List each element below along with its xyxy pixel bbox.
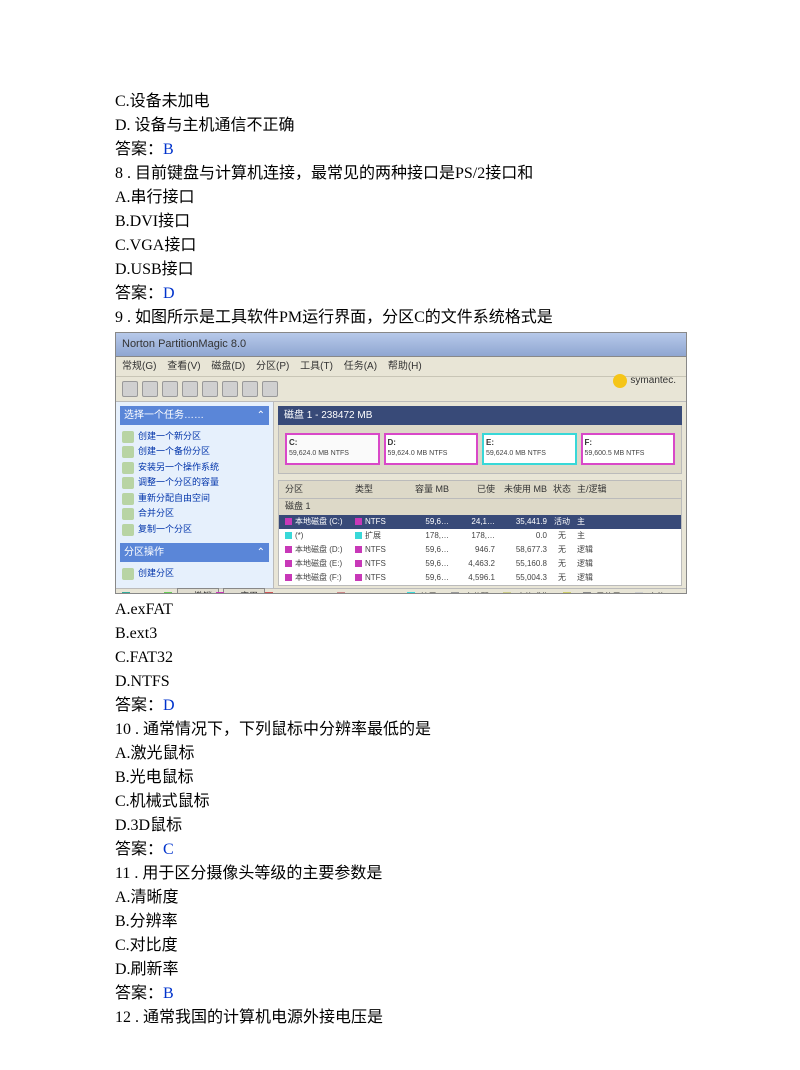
table-row[interactable]: (*)扩展178,…178,…0.0无主	[279, 529, 681, 543]
table-row[interactable]: 本地磁盘 (C:)NTFS59,6…24,1…35,441.9活动主	[279, 515, 681, 529]
answer-label: 答案：	[115, 697, 163, 714]
menu-disk[interactable]: 磁盘(D)	[211, 361, 245, 372]
ops-panel-header: 分区操作⌃	[120, 543, 269, 562]
q10-opt-a: A.激光鼠标	[115, 742, 685, 766]
q9-answer: 答案：D	[115, 694, 685, 718]
task-backup-partition[interactable]: 创建一个备份分区	[120, 444, 269, 460]
q11-answer: 答案：B	[115, 982, 685, 1006]
q8-opt-a: A.串行接口	[115, 186, 685, 210]
menu-tools[interactable]: 工具(T)	[300, 361, 333, 372]
q11-opt-b: B.分辨率	[115, 910, 685, 934]
partition-d[interactable]: D:59,624.0 MB NTFS	[384, 433, 479, 465]
q7-answer: 答案：B	[115, 138, 685, 162]
task-merge[interactable]: 合并分区	[120, 506, 269, 522]
q8-stem: 8 . 目前键盘与计算机连接，最常见的两种接口是PS/2接口和	[115, 162, 685, 186]
task-panel: 选择一个任务……⌃ 创建一个新分区 创建一个备份分区 安装另一个操作系统 调整一…	[116, 402, 274, 588]
menu-general[interactable]: 常规(G)	[122, 361, 156, 372]
toolbar-icon[interactable]	[182, 381, 198, 397]
collapse-icon[interactable]: ⌃	[257, 545, 265, 560]
disk-panel: 磁盘 1 - 238472 MB C:59,624.0 MB NTFS D:59…	[274, 402, 686, 588]
toolbar-icon[interactable]	[262, 381, 278, 397]
partition-e[interactable]: E:59,624.0 MB NTFS	[482, 433, 577, 465]
menu-partition[interactable]: 分区(P)	[256, 361, 289, 372]
table-header: 分区类型容量 MB已使未使用 MB状态主/逻辑	[278, 480, 682, 500]
q10-stem: 10 . 通常情况下，下列鼠标中分辨率最低的是	[115, 718, 685, 742]
table-row[interactable]: 本地磁盘 (F:)NTFS59,6…4,596.155,004.3无逻辑	[279, 571, 681, 585]
toolbar-icon[interactable]	[202, 381, 218, 397]
q9-stem: 9 . 如图所示是工具软件PM运行界面，分区C的文件系统格式是	[115, 306, 685, 330]
q9-opt-b: B.ext3	[115, 622, 685, 646]
q8-opt-d: D.USB接口	[115, 258, 685, 282]
menu-view[interactable]: 查看(V)	[167, 361, 200, 372]
symantec-logo: symantec.	[613, 373, 676, 388]
q9-opt-c: C.FAT32	[115, 646, 685, 670]
document-page: C.设备未加电 D. 设备与主机通信不正确 答案：B 8 . 目前键盘与计算机连…	[0, 0, 800, 1070]
disk-map: C:59,624.0 MB NTFS D:59,624.0 MB NTFS E:…	[278, 425, 682, 474]
answer-value: C	[163, 841, 174, 858]
task-redistribute[interactable]: 重新分配自由空间	[120, 491, 269, 507]
q9-opt-d: D.NTFS	[115, 670, 685, 694]
partition-f[interactable]: F:59,600.5 MB NTFS	[581, 433, 676, 465]
disk-header: 磁盘 1 - 238472 MB	[278, 406, 682, 425]
q7-opt-c: C.设备未加电	[115, 90, 685, 114]
answer-value: D	[163, 285, 175, 302]
q7-opt-d: D. 设备与主机通信不正确	[115, 114, 685, 138]
q8-opt-c: C.VGA接口	[115, 234, 685, 258]
q10-opt-b: B.光电鼠标	[115, 766, 685, 790]
pm-screenshot: Norton PartitionMagic 8.0 常规(G) 查看(V) 磁盘…	[115, 332, 687, 594]
table-row[interactable]: 本地磁盘 (D:)NTFS59,6…946.758,677.3无逻辑	[279, 543, 681, 557]
q11-stem: 11 . 用于区分摄像头等级的主要参数是	[115, 862, 685, 886]
q12-stem: 12 . 通常我国的计算机电源外接电压是	[115, 1006, 685, 1030]
task-resize[interactable]: 调整一个分区的容量	[120, 475, 269, 491]
menu-tasks[interactable]: 任务(A)	[344, 361, 377, 372]
table-rows: 本地磁盘 (C:)NTFS59,6…24,1…35,441.9活动主(*)扩展1…	[278, 515, 682, 586]
answer-label: 答案：	[115, 141, 163, 158]
answer-value: B	[163, 141, 174, 158]
toolbar-icon[interactable]	[242, 381, 258, 397]
toolbar	[116, 377, 686, 402]
window-title: Norton PartitionMagic 8.0	[116, 333, 686, 357]
table-group: 磁盘 1	[278, 499, 682, 515]
q10-opt-c: C.机械式鼠标	[115, 790, 685, 814]
q11-opt-a: A.清晰度	[115, 886, 685, 910]
main-body: 选择一个任务……⌃ 创建一个新分区 创建一个备份分区 安装另一个操作系统 调整一…	[116, 402, 686, 588]
q11-opt-c: C.对比度	[115, 934, 685, 958]
q10-opt-d: D.3D鼠标	[115, 814, 685, 838]
task-create-partition[interactable]: 创建一个新分区	[120, 429, 269, 445]
task-install-os[interactable]: 安装另一个操作系统	[120, 460, 269, 476]
answer-label: 答案：	[115, 841, 163, 858]
collapse-icon[interactable]: ⌃	[257, 408, 265, 423]
q8-opt-b: B.DVI接口	[115, 210, 685, 234]
answer-value: D	[163, 697, 175, 714]
answer-value: B	[163, 985, 174, 1002]
task-panel-header: 选择一个任务……⌃	[120, 406, 269, 425]
task-copy[interactable]: 复制一个分区	[120, 522, 269, 538]
menu-bar[interactable]: 常规(G) 查看(V) 磁盘(D) 分区(P) 工具(T) 任务(A) 帮助(H…	[116, 357, 686, 377]
op-create[interactable]: 创建分区	[120, 566, 269, 582]
menu-help[interactable]: 帮助(H)	[388, 361, 422, 372]
q8-answer: 答案：D	[115, 282, 685, 306]
toolbar-icon[interactable]	[162, 381, 178, 397]
q10-answer: 答案：C	[115, 838, 685, 862]
answer-label: 答案：	[115, 285, 163, 302]
table-row[interactable]: 本地磁盘 (E:)NTFS59,6…4,463.255,160.8无逻辑	[279, 557, 681, 571]
answer-label: 答案：	[115, 985, 163, 1002]
q9-opt-a: A.exFAT	[115, 598, 685, 622]
partition-c[interactable]: C:59,624.0 MB NTFS	[285, 433, 380, 465]
q11-opt-d: D.刷新率	[115, 958, 685, 982]
toolbar-icon[interactable]	[122, 381, 138, 397]
toolbar-icon[interactable]	[222, 381, 238, 397]
toolbar-icon[interactable]	[142, 381, 158, 397]
